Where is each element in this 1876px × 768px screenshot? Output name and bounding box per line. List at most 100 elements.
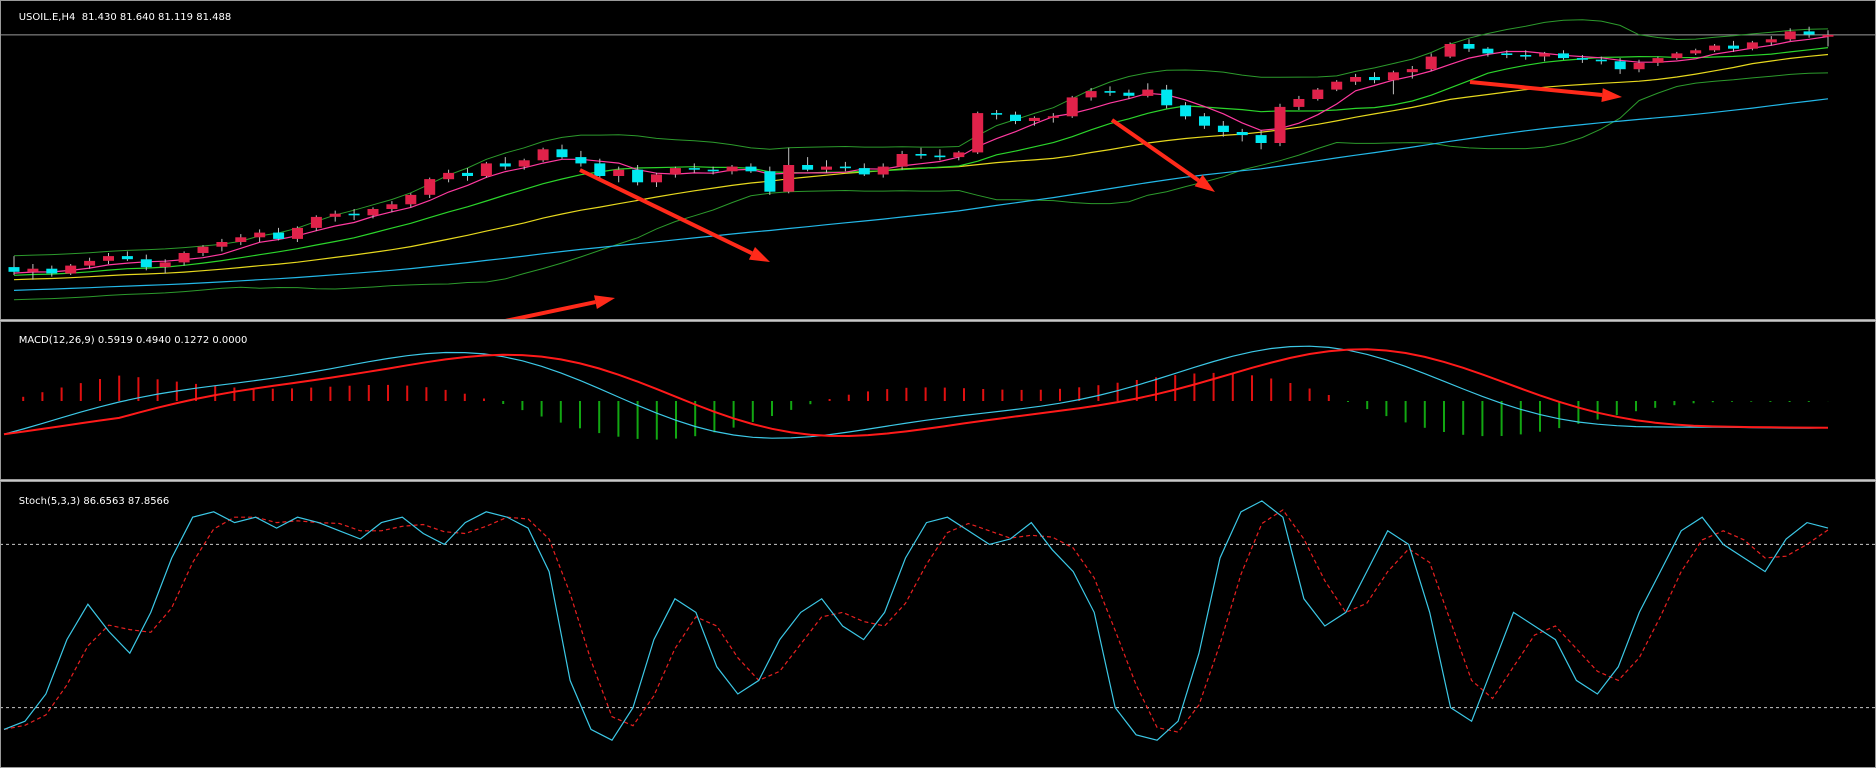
candle-body: [1784, 31, 1796, 40]
candle-body: [1180, 105, 1192, 117]
candle-body: [1028, 117, 1040, 121]
stoch-pane[interactable]: Stoch(5,3,3) 86.6563 87.8566: [0, 482, 1876, 768]
ma-slow-line: [13, 53, 1829, 281]
candle-body: [1274, 106, 1286, 143]
candle-body: [1482, 48, 1494, 54]
candle-body: [462, 172, 473, 176]
candle-body: [1520, 55, 1532, 57]
candle-body: [1199, 116, 1210, 126]
candle-body: [1822, 34, 1834, 37]
candle-body: [726, 166, 738, 172]
candle-body: [1406, 69, 1418, 73]
candle-body: [1312, 89, 1324, 99]
candle-body: [1066, 97, 1078, 117]
symbol-timeframe: USOIL.E,H4: [18, 12, 76, 23]
stoch-signal-line: [3, 509, 1829, 733]
macd-main-line: [3, 345, 1829, 439]
candle-body: [499, 163, 511, 167]
candle-body: [745, 166, 757, 172]
candle-body: [594, 163, 606, 176]
candle-body: [1633, 62, 1645, 70]
candle-body: [632, 169, 644, 183]
candle-body: [424, 179, 436, 195]
candle-body: [1104, 91, 1116, 93]
candle-body: [197, 246, 209, 253]
candle-body: [140, 259, 152, 268]
candle-body: [972, 113, 984, 153]
candle-body: [1690, 50, 1702, 54]
candle-body: [348, 213, 360, 216]
candle-body: [1595, 59, 1607, 62]
candle-body: [1576, 58, 1588, 60]
candle-body: [159, 262, 171, 268]
arrow-uptrend-shaft: [505, 300, 596, 319]
candle-body: [1123, 92, 1135, 96]
candle-body: [1161, 89, 1173, 106]
price-pane-label: USOIL.E,H4 81.430 81.640 81.119 81.488: [6, 1, 231, 34]
candle-body: [991, 113, 1003, 115]
macd-chart[interactable]: [0, 322, 1876, 479]
candle-body: [405, 194, 417, 205]
candle-body: [1010, 114, 1021, 121]
candle-body: [1142, 89, 1154, 96]
candle-body: [1501, 53, 1513, 55]
candle-body: [1614, 61, 1626, 70]
candle-body: [896, 154, 908, 167]
candle-body: [1085, 91, 1097, 98]
candle-body: [764, 171, 776, 192]
candle-body: [1369, 77, 1380, 81]
arrow-pullback-1-head: [748, 247, 770, 262]
arrow-uptrend: [505, 295, 615, 319]
candle-body: [8, 267, 20, 272]
candle-body: [273, 232, 285, 239]
candle-body: [1558, 53, 1569, 59]
candle-body: [934, 155, 946, 158]
macd-signal-line: [3, 348, 1829, 438]
candle-body: [613, 169, 625, 176]
candle-body: [877, 166, 889, 175]
candle-body: [783, 165, 795, 192]
candle-body: [1331, 81, 1343, 90]
candle-body: [367, 209, 379, 216]
macd-pane-label: MACD(12,26,9) 0.5919 0.4940 0.1272 0.000…: [6, 324, 248, 357]
stoch-pane-label: Stoch(5,3,3) 86.6563 87.8566: [6, 485, 170, 518]
stoch-chart[interactable]: [0, 482, 1876, 768]
stoch-main-line: [3, 500, 1829, 741]
price-chart[interactable]: [0, 0, 1876, 319]
candle-body: [1539, 53, 1551, 57]
candle-body: [915, 154, 927, 156]
candle-body: [1444, 44, 1456, 57]
candle-body: [518, 160, 530, 167]
candle-body: [1425, 56, 1437, 70]
candle-body: [103, 256, 114, 261]
macd-pane[interactable]: MACD(12,26,9) 0.5919 0.4940 0.1272 0.000…: [0, 322, 1876, 479]
candle-body: [821, 166, 832, 170]
candle-body: [651, 174, 662, 183]
ma-mid-line: [13, 47, 1829, 276]
ohlc-values: 81.430 81.640 81.119 81.488: [81, 12, 232, 23]
candle-body: [1765, 39, 1777, 43]
candle-body: [1255, 135, 1267, 143]
candle-body: [1463, 44, 1475, 49]
macd-name: MACD(12,26,9): [18, 335, 95, 346]
candle-body: [443, 172, 455, 180]
candle-body: [235, 237, 247, 242]
candle-body: [707, 169, 719, 172]
stoch-name: Stoch(5,3,3): [18, 496, 81, 507]
candle-body: [178, 253, 190, 263]
candle-body: [839, 166, 851, 169]
candle-body: [310, 216, 322, 228]
price-pane[interactable]: USOIL.E,H4 81.430 81.640 81.119 81.488: [0, 0, 1876, 319]
arrow-pullback-2: [1110, 118, 1215, 192]
candle-body: [46, 268, 58, 274]
candle-body: [575, 157, 587, 164]
candle-body: [386, 204, 398, 209]
candle-body: [121, 256, 133, 260]
ma-long-line: [13, 98, 1829, 291]
candle-body: [1746, 42, 1758, 49]
arrow-pullback-2-shaft: [1110, 118, 1200, 183]
macd-values: 0.5919 0.4940 0.1272 0.0000: [97, 335, 248, 346]
arrow-pullback-3: [1469, 80, 1622, 102]
candle-body: [1350, 77, 1362, 82]
candle-body: [556, 149, 568, 158]
